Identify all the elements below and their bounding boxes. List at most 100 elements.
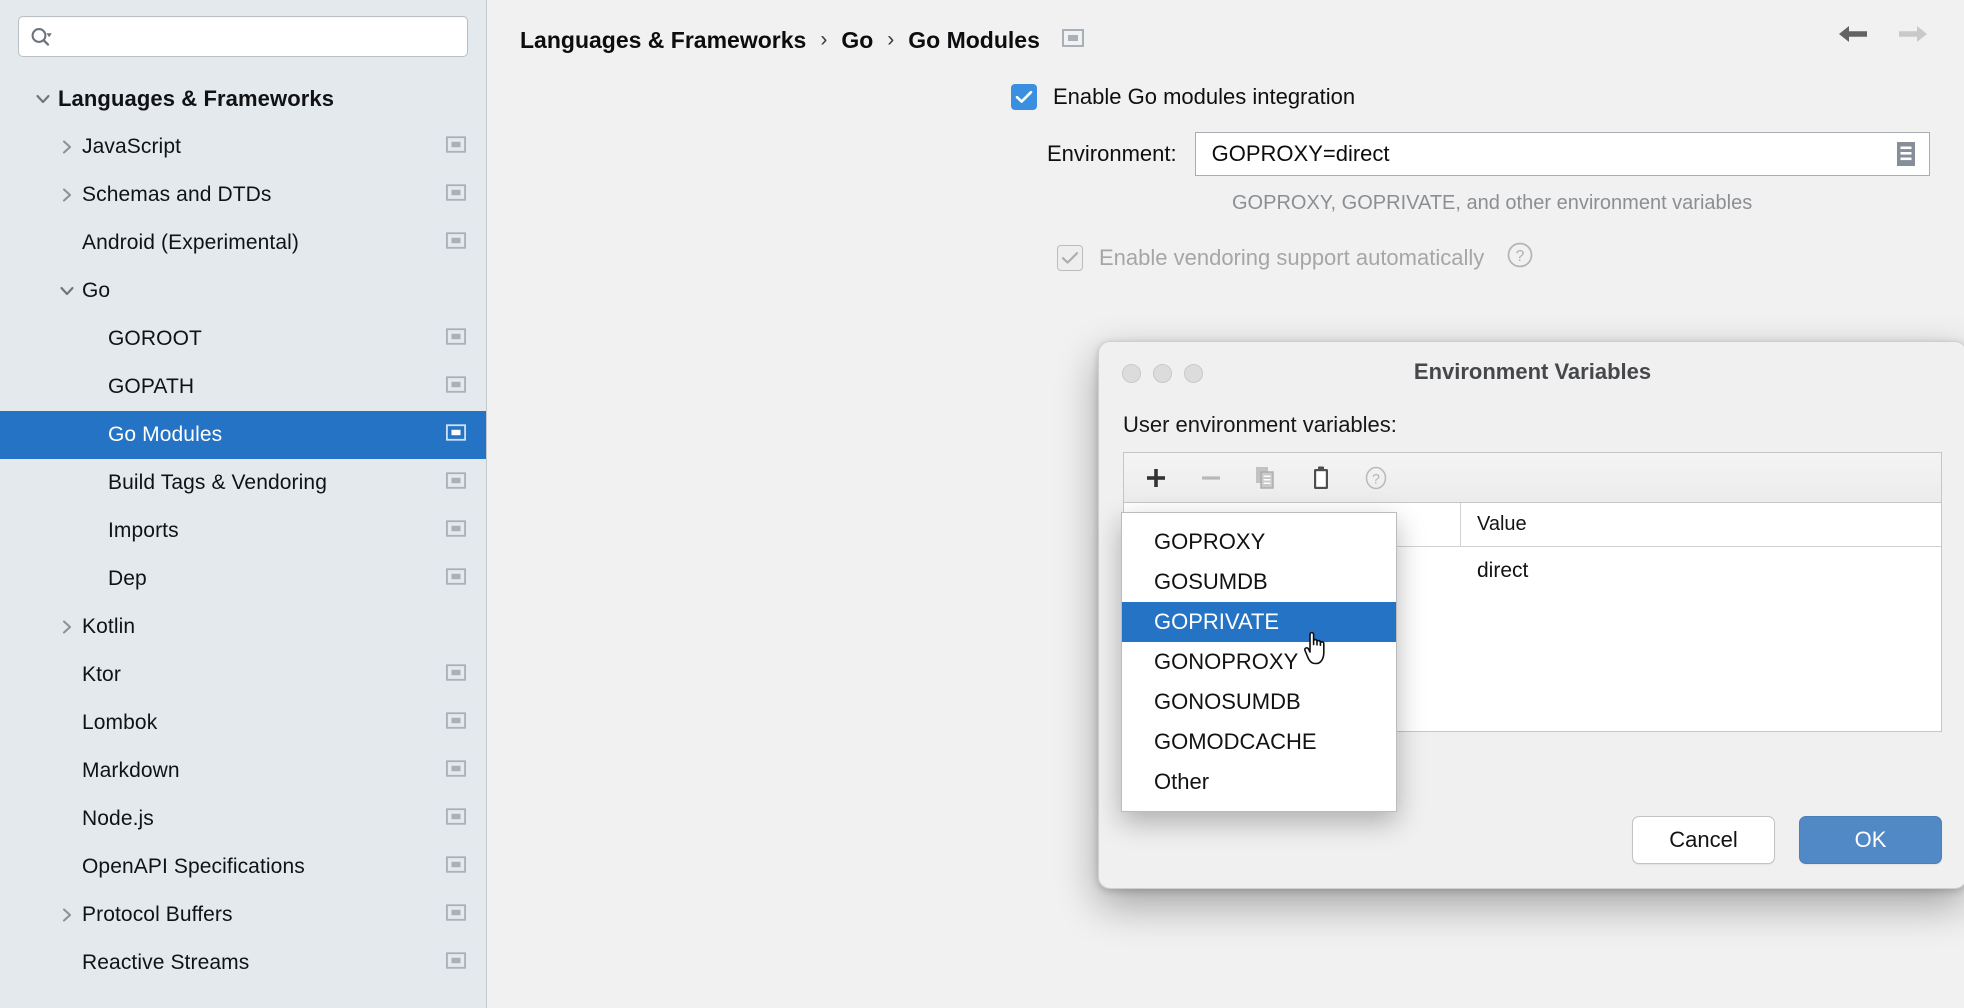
clipboard-icon[interactable] (1306, 463, 1336, 493)
settings-window-icon[interactable] (446, 520, 466, 542)
breadcrumb-item-1[interactable]: Go (841, 27, 873, 54)
question-mark-icon[interactable]: ? (1361, 463, 1391, 493)
dialog-sublabel: User environment variables: (1123, 412, 1942, 438)
breadcrumb-item-2[interactable]: Go Modules (908, 27, 1040, 54)
close-button[interactable] (1122, 364, 1141, 383)
chevron-down-icon[interactable] (28, 84, 58, 114)
column-header-value[interactable]: Value (1461, 503, 1941, 546)
sidebar-item-reactive-streams[interactable]: Reactive Streams (0, 939, 486, 987)
sidebar-item-openapi-specifications[interactable]: OpenAPI Specifications (0, 843, 486, 891)
sidebar-item-kotlin[interactable]: Kotlin (0, 603, 486, 651)
environment-input[interactable] (1210, 140, 1883, 168)
settings-window-icon[interactable] (446, 952, 466, 974)
settings-window-icon[interactable] (446, 664, 466, 686)
copy-icon[interactable] (1251, 463, 1281, 493)
sidebar-item-imports[interactable]: Imports (0, 507, 486, 555)
svg-text:?: ? (1372, 470, 1380, 486)
settings-window-icon[interactable] (446, 808, 466, 830)
dropdown-item-goprivate[interactable]: GOPRIVATE (1122, 602, 1396, 642)
tree-spacer (52, 852, 82, 882)
settings-window-icon[interactable] (446, 856, 466, 878)
settings-window-icon[interactable] (446, 232, 466, 254)
tree-spacer (52, 660, 82, 690)
sidebar-item-label: GOROOT (108, 327, 202, 351)
settings-main-pane: Languages & Frameworks › Go › Go Modules (487, 0, 1964, 1008)
settings-window-icon[interactable] (446, 712, 466, 734)
sidebar-item-label: Markdown (82, 759, 180, 783)
chevron-right-icon[interactable] (52, 900, 82, 930)
enable-modules-row[interactable]: Enable Go modules integration (487, 84, 1964, 110)
list-editor-icon[interactable] (1883, 133, 1929, 175)
settings-window-icon[interactable] (446, 184, 466, 206)
settings-window-icon[interactable] (446, 568, 466, 590)
search-box[interactable] (18, 16, 468, 57)
sidebar-item-label: Go (82, 279, 110, 303)
settings-window-icon[interactable] (1062, 29, 1084, 52)
question-mark-icon[interactable]: ? (1506, 241, 1534, 274)
dropdown-item-gonoproxy[interactable]: GONOPROXY (1122, 642, 1396, 682)
sidebar-item-node-js[interactable]: Node.js (0, 795, 486, 843)
sidebar-item-lombok[interactable]: Lombok (0, 699, 486, 747)
sidebar-item-label: Kotlin (82, 615, 135, 639)
add-button[interactable] (1141, 463, 1171, 493)
sidebar-item-ktor[interactable]: Ktor (0, 651, 486, 699)
sidebar-item-label: JavaScript (82, 135, 181, 159)
settings-window-icon[interactable] (446, 328, 466, 350)
chevron-right-icon[interactable] (52, 612, 82, 642)
dropdown-item-goproxy[interactable]: GOPROXY (1122, 522, 1396, 562)
settings-window-icon[interactable] (446, 904, 466, 926)
chevron-right-icon[interactable] (52, 180, 82, 210)
chevron-right-icon[interactable] (52, 132, 82, 162)
enable-modules-checkbox[interactable] (1011, 84, 1037, 110)
vendoring-checkbox[interactable] (1057, 245, 1083, 271)
env-name-dropdown: GOPROXYGOSUMDBGOPRIVATEGONOPROXYGONOSUMD… (1121, 512, 1397, 812)
sidebar-item-dep[interactable]: Dep (0, 555, 486, 603)
sidebar-item-build-tags-vendoring[interactable]: Build Tags & Vendoring (0, 459, 486, 507)
dialog-titlebar: Environment Variables (1099, 342, 1964, 402)
settings-window-icon[interactable] (446, 472, 466, 494)
settings-window-icon[interactable] (446, 760, 466, 782)
ok-button[interactable]: OK (1799, 816, 1942, 864)
environment-row: Environment: (487, 132, 1964, 176)
arrow-right-icon[interactable] (1896, 22, 1930, 51)
settings-window-icon[interactable] (446, 136, 466, 158)
arrow-left-icon[interactable] (1836, 22, 1870, 51)
sidebar-item-markdown[interactable]: Markdown (0, 747, 486, 795)
navigation-arrows (1836, 22, 1930, 51)
minimize-button[interactable] (1153, 364, 1172, 383)
sidebar-item-label: Android (Experimental) (82, 231, 299, 255)
sidebar-item-gopath[interactable]: GOPATH (0, 363, 486, 411)
sidebar-item-goroot[interactable]: GOROOT (0, 315, 486, 363)
vendoring-row[interactable]: Enable vendoring support automatically ? (487, 241, 1964, 274)
sidebar-item-go-modules[interactable]: Go Modules (0, 411, 486, 459)
search-area (0, 0, 486, 57)
settings-window: Languages & Frameworks JavaScript Schemas … (0, 0, 1964, 1008)
cell-value[interactable]: direct (1461, 547, 1941, 595)
enable-modules-label: Enable Go modules integration (1053, 84, 1355, 110)
dropdown-item-gosumdb[interactable]: GOSUMDB (1122, 562, 1396, 602)
sidebar-item-android-experimental[interactable]: Android (Experimental) (0, 219, 486, 267)
dropdown-item-gonosumdb[interactable]: GONOSUMDB (1122, 682, 1396, 722)
dropdown-item-gomodcache[interactable]: GOMODCACHE (1122, 722, 1396, 762)
sidebar-item-javascript[interactable]: JavaScript (0, 123, 486, 171)
cancel-button[interactable]: Cancel (1632, 816, 1775, 864)
breadcrumb-separator: › (887, 28, 894, 52)
sidebar-item-schemas-and-dtds[interactable]: Schemas and DTDs (0, 171, 486, 219)
breadcrumb: Languages & Frameworks › Go › Go Modules (487, 0, 1964, 58)
environment-hint: GOPROXY, GOPRIVATE, and other environmen… (1232, 192, 1752, 215)
settings-window-icon[interactable] (446, 424, 466, 446)
chevron-down-icon[interactable] (52, 276, 82, 306)
settings-window-icon[interactable] (446, 376, 466, 398)
sidebar-item-go[interactable]: Go (0, 267, 486, 315)
remove-button[interactable] (1196, 463, 1226, 493)
zoom-button[interactable] (1184, 364, 1203, 383)
tree-spacer (52, 708, 82, 738)
search-input[interactable] (55, 26, 457, 48)
dropdown-item-other[interactable]: Other (1122, 762, 1396, 802)
sidebar-item-label: Languages & Frameworks (58, 86, 334, 112)
sidebar-item-label: Imports (108, 519, 179, 543)
breadcrumb-item-0[interactable]: Languages & Frameworks (520, 27, 806, 54)
sidebar-item-languages-frameworks[interactable]: Languages & Frameworks (0, 75, 486, 123)
sidebar-item-protocol-buffers[interactable]: Protocol Buffers (0, 891, 486, 939)
environment-field[interactable] (1195, 132, 1930, 176)
